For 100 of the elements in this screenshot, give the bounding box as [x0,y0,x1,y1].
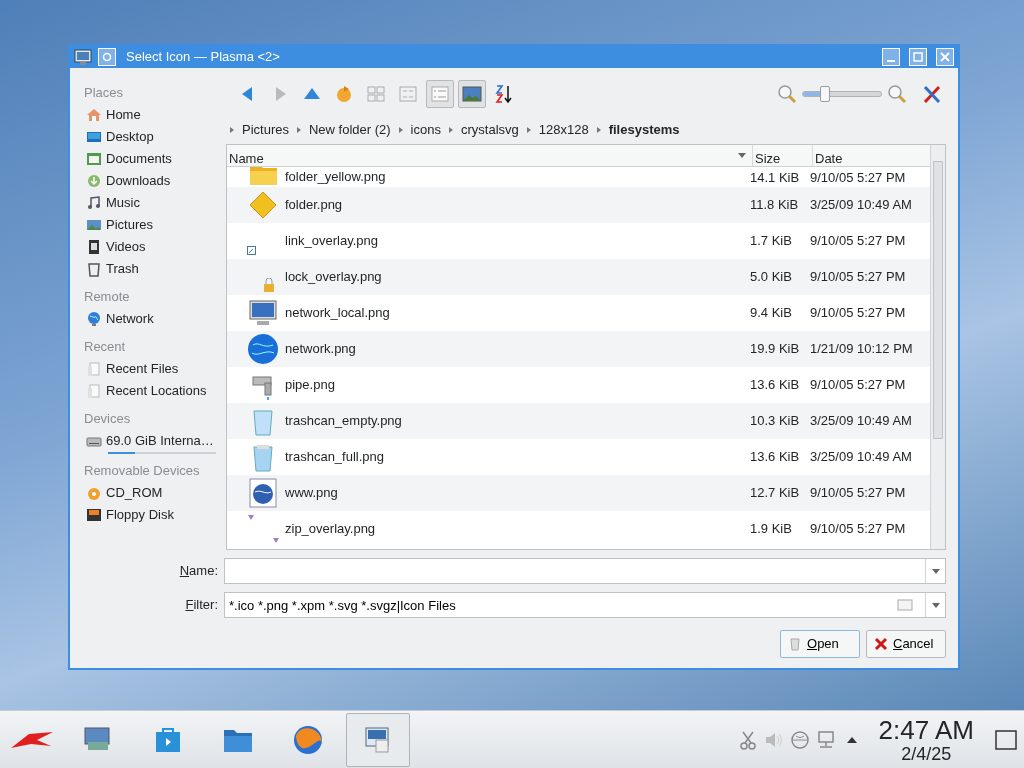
tools-icon [922,84,942,104]
network-icon [789,729,810,750]
breadcrumb-item[interactable]: 128x128 [538,120,589,140]
file-size: 1.9 KiB [750,521,792,537]
file-size: 9.4 KiB [750,305,792,321]
sort-icon [494,84,514,104]
place-icon [86,107,102,123]
clear-icon [897,599,913,611]
file-size: 19.9 KiB [750,341,800,357]
sidebar-item[interactable]: Pictures [84,214,224,236]
clock-date[interactable]: 2/4/25 [901,744,952,763]
breadcrumb-item[interactable]: icons [410,120,441,140]
breadcrumb-item[interactable]: filesystems [608,120,680,140]
file-name[interactable]: network_local.png [285,303,390,323]
reload-icon [334,84,354,104]
open-icon [787,636,803,652]
zoom-slider[interactable] [802,86,882,102]
file-name[interactable]: trashcan_empty.png [285,411,402,431]
sidebar-item[interactable]: Floppy Disk [84,504,224,526]
file-date: 9/10/05 5:27 PM [810,377,906,393]
breadcrumb-item[interactable]: crystalsvg [460,120,519,140]
sidebar-item[interactable]: Home [84,104,224,126]
display-icon [815,729,836,750]
file-name[interactable]: folder.png [285,195,343,215]
file-name[interactable]: www.png [285,483,338,503]
link-icon [247,246,256,255]
file-size: 5.0 KiB [750,269,792,285]
clock-time[interactable]: 2:47 AM [878,716,974,743]
file-size: 11.8 KiB [750,197,799,213]
minimize-button[interactable] [882,48,900,66]
document-icon [86,383,102,399]
floppy-icon [86,507,102,523]
pin-button[interactable] [98,48,116,66]
sidebar-item[interactable]: 69.0 GiB Interna… [84,430,224,452]
file-name[interactable]: folder_yellow.png [285,167,386,187]
minimize-icon [887,60,895,62]
file-size: 1.7 KiB [750,233,792,249]
sidebar-item[interactable]: Recent Locations [84,380,224,402]
sort-arrow-icon [738,153,746,158]
chevron-icon [526,127,531,133]
sidebar-item[interactable]: Desktop [84,126,224,148]
sidebar-item[interactable]: CD_ROM [84,482,224,504]
view-mode-button[interactable] [426,80,454,108]
window-title: Select Icon — Plasma <2> [126,48,280,67]
sidebar-item[interactable]: Music [84,192,224,214]
sidebar-item[interactable]: Videos [84,236,224,258]
section-heading: Devices [84,410,132,428]
file-name[interactable]: link_overlay.png [285,231,378,251]
chevron-icon [296,127,301,133]
file-size: 10.3 KiB [750,413,800,429]
sidebar-item[interactable]: Downloads [84,170,224,192]
column-header[interactable]: Size [753,145,813,166]
icons-view-icon [366,84,386,104]
column-header[interactable]: Name [227,145,753,166]
section-heading: Recent [84,338,127,356]
sidebar-item[interactable]: Trash [84,258,224,280]
file-size: 12.7 KiB [750,485,800,501]
file-name[interactable]: zip_overlay.png [285,519,376,539]
scrollbar[interactable] [930,145,945,549]
pin-icon [102,52,112,62]
sidebar-item[interactable]: Network [84,308,224,330]
globe-icon [292,723,324,756]
file-name[interactable]: pipe.png [285,375,335,395]
dropdown-icon [931,602,940,608]
section-heading: Places [84,84,125,102]
disc-icon [86,485,102,501]
preview-button[interactable] [458,80,486,108]
landscape-icon [462,84,482,104]
desktop-icon [994,728,1018,751]
open-button[interactable]: Open [780,630,860,658]
folder-icon [247,189,279,221]
task-button[interactable] [346,712,410,767]
maximize-button[interactable] [909,48,927,66]
field-label: Filter: [184,596,219,615]
maximize-icon [912,51,924,63]
chevron-icon [448,127,453,133]
breadcrumb-item[interactable]: New folder (2) [308,120,391,140]
breadcrumb-item[interactable]: Pictures [242,120,289,140]
place-icon [86,217,102,233]
chevron-icon [596,127,601,133]
file-date: 9/10/05 5:27 PM [810,485,906,501]
close-button[interactable] [936,48,954,66]
sidebar-item[interactable]: Recent Files [84,358,224,380]
file-name[interactable]: trashcan_full.png [285,447,384,467]
scissors-icon [737,729,758,750]
file-date: 3/25/09 10:49 AM [810,197,912,213]
cancel-button[interactable]: Cancel [866,630,946,658]
file-name[interactable]: lock_overlay.png [285,267,382,287]
zoom-in-icon [886,83,908,105]
file-date: 9/10/05 5:27 PM [810,305,906,321]
file-date: 3/25/09 10:49 AM [810,449,912,465]
file-name[interactable]: network.png [285,339,356,359]
place-icon [86,129,102,145]
zipper-icon [247,513,279,545]
lock-icon [263,278,275,292]
section-heading: Remote [84,288,131,306]
globe-icon [86,311,102,327]
sidebar-item[interactable]: Documents [84,148,224,170]
compact-view-icon [398,84,418,104]
zoom-out-icon [776,83,798,105]
